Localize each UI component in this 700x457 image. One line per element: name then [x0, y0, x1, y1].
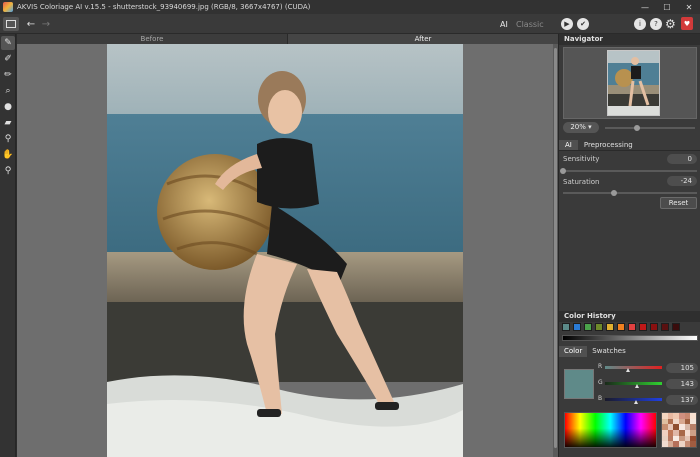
history-swatch[interactable] [672, 323, 680, 331]
close-button[interactable]: ✕ [678, 0, 700, 14]
history-swatch[interactable] [573, 323, 581, 331]
redo-button[interactable]: → [40, 17, 52, 31]
sensitivity-slider[interactable] [560, 168, 697, 174]
color-history-swatches [562, 323, 683, 331]
app-logo-icon [3, 2, 13, 12]
zoom-select[interactable]: 20% ▾ [563, 122, 599, 133]
color-spectrum[interactable] [564, 412, 657, 448]
tab-color[interactable]: Color [559, 346, 588, 357]
swatch-cell[interactable] [690, 441, 696, 447]
image-canvas-area: Before After [17, 34, 558, 457]
paint-tool[interactable]: ● [1, 100, 15, 114]
run-button[interactable]: ▶ [561, 18, 573, 30]
history-swatch[interactable] [628, 323, 636, 331]
zoom-tool[interactable]: ⚲ [1, 164, 15, 178]
zoom-slider-knob[interactable] [633, 125, 640, 131]
window-title: AKVIS Coloriage AI v.15.5 - shutterstock… [17, 3, 311, 11]
saturation-slider-knob[interactable] [610, 190, 617, 196]
home-button[interactable] [3, 17, 19, 31]
history-swatch[interactable] [584, 323, 592, 331]
zoom-row: 20% ▾ [563, 122, 697, 134]
history-swatch[interactable] [606, 323, 614, 331]
colorized-photo[interactable] [107, 44, 463, 457]
tab-swatches[interactable]: Swatches [587, 346, 630, 357]
mode-ai-button[interactable]: AI [500, 17, 508, 31]
saturation-slider[interactable] [563, 190, 697, 196]
zoom-value: 20% [570, 123, 586, 131]
minimize-button[interactable]: — [634, 0, 656, 14]
navigator-thumbnail[interactable] [607, 50, 660, 116]
hand-tool[interactable]: ✋ [1, 148, 15, 162]
settings-panel: Navigator 20% ▾ AI Preprocessing Sensiti… [558, 34, 700, 457]
scroll-thumb[interactable] [554, 48, 557, 448]
apply-button[interactable]: ✔ [577, 18, 589, 30]
history-swatch[interactable] [562, 323, 570, 331]
sensitivity-value[interactable]: 0 [667, 154, 697, 164]
eyedropper-tool[interactable]: ⚲ [1, 132, 15, 146]
green-slider-marker[interactable] [634, 384, 639, 388]
blue-channel-row: B 137 [598, 395, 698, 405]
pencil-tool[interactable]: ✎ [1, 36, 15, 50]
tab-before[interactable]: Before [17, 34, 288, 44]
maximize-button[interactable]: ☐ [656, 0, 678, 14]
keep-color-tool[interactable]: ✐ [1, 52, 15, 66]
magic-tube-tool[interactable]: ⌕ [1, 84, 15, 98]
title-bar: AKVIS Coloriage AI v.15.5 - shutterstock… [0, 0, 700, 14]
navigator-view[interactable] [563, 47, 697, 119]
saturation-value[interactable]: -24 [667, 176, 697, 186]
current-color-preview[interactable] [564, 369, 594, 399]
before-after-tabs: Before After [17, 34, 558, 44]
gray-gradient-bar[interactable] [562, 335, 698, 341]
undo-button[interactable]: ← [25, 17, 37, 31]
history-swatch[interactable] [595, 323, 603, 331]
reset-button[interactable]: Reset [660, 197, 697, 209]
history-swatch[interactable] [639, 323, 647, 331]
help-button[interactable]: ? [650, 18, 662, 30]
info-button[interactable]: i [634, 18, 646, 30]
top-toolbar: ← → AI Classic ▶ ✔ i ? ⚙ ♥ [0, 14, 700, 34]
green-value[interactable]: 143 [666, 379, 698, 389]
green-label: G [598, 379, 603, 386]
eraser-tool[interactable]: ▰ [1, 116, 15, 130]
window-controls: — ☐ ✕ [634, 0, 700, 14]
thumbnail-image [608, 51, 659, 115]
blue-label: B [598, 395, 603, 402]
history-swatch[interactable] [617, 323, 625, 331]
sensitivity-label: Sensitivity [563, 155, 600, 163]
screen-icon [6, 20, 16, 28]
mode-classic-button[interactable]: Classic [516, 17, 544, 31]
chevron-down-icon: ▾ [588, 123, 592, 131]
red-slider[interactable] [605, 366, 662, 369]
color-tabs: Color Swatches [559, 346, 700, 357]
settings-button[interactable]: ⚙ [665, 17, 676, 31]
color-history-header: Color History [559, 311, 700, 322]
sensitivity-slider-knob[interactable] [560, 168, 566, 174]
history-swatch[interactable] [661, 323, 669, 331]
red-label: R [598, 363, 603, 370]
green-channel-row: G 143 [598, 379, 698, 389]
history-swatch[interactable] [650, 323, 658, 331]
blue-value[interactable]: 137 [666, 395, 698, 405]
tab-after[interactable]: After [288, 34, 558, 44]
zoom-slider[interactable] [605, 125, 695, 131]
chameleon-tool[interactable]: ✏ [1, 68, 15, 82]
red-slider-marker[interactable] [626, 368, 631, 372]
tab-preprocessing[interactable]: Preprocessing [578, 140, 639, 150]
swatch-grid [661, 412, 697, 448]
navigator-header: Navigator [559, 34, 700, 45]
red-value[interactable]: 105 [666, 363, 698, 373]
saturation-label: Saturation [563, 178, 600, 186]
green-slider[interactable] [605, 382, 662, 385]
settings-tabs: AI Preprocessing [559, 140, 700, 151]
photo-illustration [107, 44, 463, 457]
blue-slider-marker[interactable] [633, 400, 638, 404]
red-channel-row: R 105 [598, 363, 698, 373]
tools-panel: ✎ ✐ ✏ ⌕ ● ▰ ⚲ ✋ ⚲ [0, 34, 16, 457]
donate-button[interactable]: ♥ [681, 17, 693, 30]
tab-ai[interactable]: AI [559, 140, 578, 150]
